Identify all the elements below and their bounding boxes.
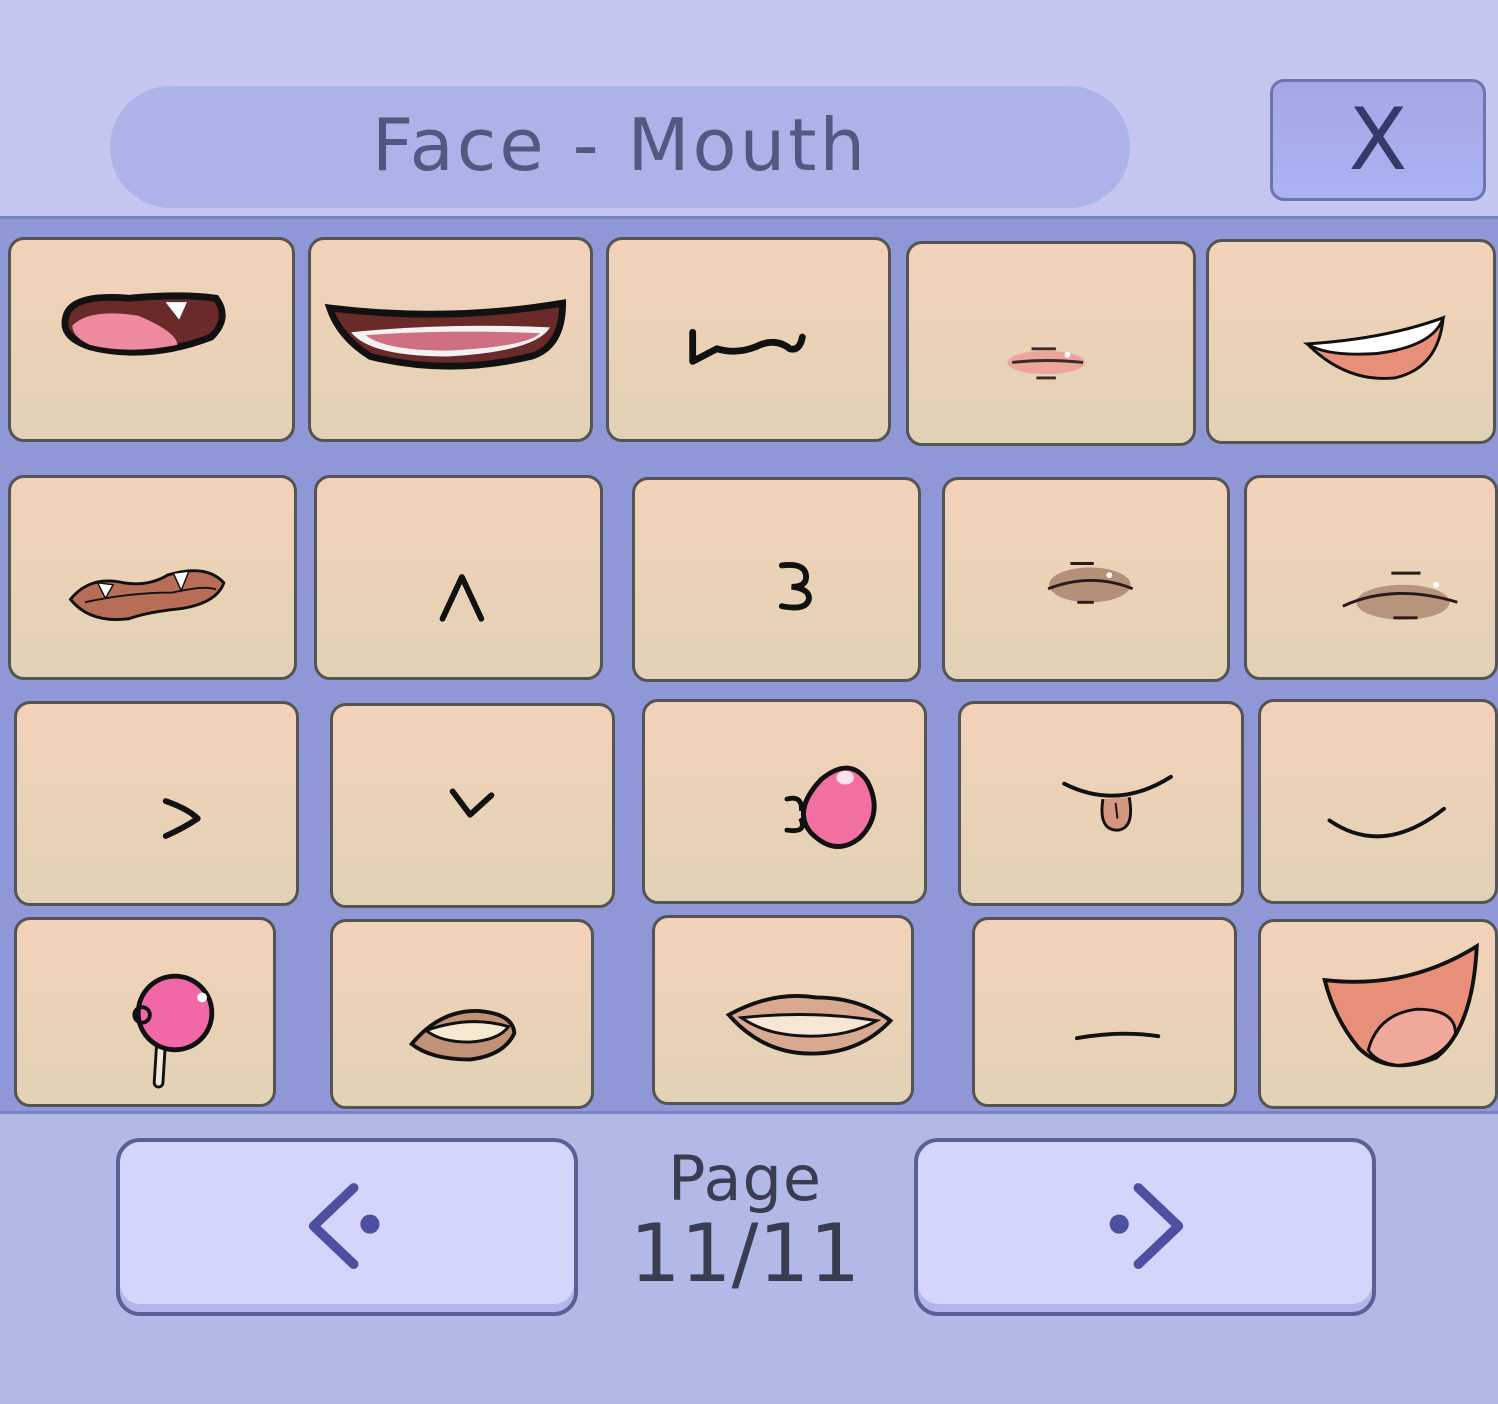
mouth-lips-dark[interactable] xyxy=(942,477,1230,682)
mouth-bubblegum[interactable] xyxy=(642,699,927,904)
left-arrow-icon xyxy=(308,1183,380,1270)
title-pill: Face - Mouth xyxy=(110,86,1130,208)
mouth-cat-smirk[interactable] xyxy=(606,237,891,442)
mouth-smile-icon xyxy=(1327,806,1446,839)
mouth-grid xyxy=(0,216,1498,1114)
mouth-small-lips-icon xyxy=(1007,347,1085,380)
mouth-open-fang[interactable] xyxy=(8,237,295,442)
mouth-full-lips-icon xyxy=(725,994,894,1056)
mouth-bite-lip[interactable] xyxy=(330,919,594,1109)
mouth-lips-side[interactable] xyxy=(1244,475,1498,680)
mouth-smile-teeth-icon xyxy=(1302,315,1446,380)
mouth-lips-dark-icon xyxy=(1047,562,1134,604)
mouth-wide-grin-icon xyxy=(324,299,567,370)
mouth-caret-icon xyxy=(439,574,485,622)
mouth-pout-icon xyxy=(162,798,201,839)
mouth-flat-icon xyxy=(1074,1031,1161,1041)
right-arrow-icon xyxy=(1109,1183,1184,1270)
mouth-pout[interactable] xyxy=(14,701,299,906)
page-title: Face - Mouth xyxy=(371,103,869,187)
mouth-small-lips[interactable] xyxy=(906,241,1196,446)
mouth-snarl-fangs[interactable] xyxy=(8,475,297,680)
mouth-lollipop-icon xyxy=(132,973,215,1089)
prev-page-button[interactable] xyxy=(116,1138,578,1316)
mouth-bubblegum-icon xyxy=(784,765,877,849)
mouth-tongue-icon xyxy=(1062,774,1173,832)
mouth-cat-smirk-icon xyxy=(689,328,806,365)
mouth-lollipop[interactable] xyxy=(14,917,276,1107)
mouth-snarl-fangs-icon xyxy=(68,569,226,621)
mouth-tongue[interactable] xyxy=(958,701,1244,906)
page-number: 11/11 xyxy=(629,1207,861,1300)
mouth-big-laugh-icon xyxy=(1322,942,1479,1068)
mouth-open-fang-icon xyxy=(61,292,226,356)
mouth-bite-lip-icon xyxy=(408,1009,517,1062)
mouth-big-laugh[interactable] xyxy=(1258,919,1498,1109)
next-page-button[interactable] xyxy=(914,1138,1376,1316)
mouth-three[interactable] xyxy=(632,477,921,682)
close-icon: X xyxy=(1348,90,1408,190)
mouth-smile-teeth[interactable] xyxy=(1206,239,1496,444)
mouth-wide-grin[interactable] xyxy=(308,237,593,442)
page-label: Page xyxy=(667,1142,823,1215)
mouth-full-lips[interactable] xyxy=(652,915,914,1105)
mouth-three-icon xyxy=(778,562,812,611)
mouth-lips-side-icon xyxy=(1342,571,1458,620)
page-indicator: Page 11/11 xyxy=(620,1148,870,1294)
header-bar: Face - Mouth X xyxy=(0,0,1498,218)
mouth-v-icon xyxy=(449,788,495,818)
mouth-v[interactable] xyxy=(330,703,615,908)
mouth-flat[interactable] xyxy=(972,917,1237,1107)
mouth-smile[interactable] xyxy=(1258,699,1498,904)
mouth-caret[interactable] xyxy=(314,475,603,680)
close-button[interactable]: X xyxy=(1270,79,1486,201)
